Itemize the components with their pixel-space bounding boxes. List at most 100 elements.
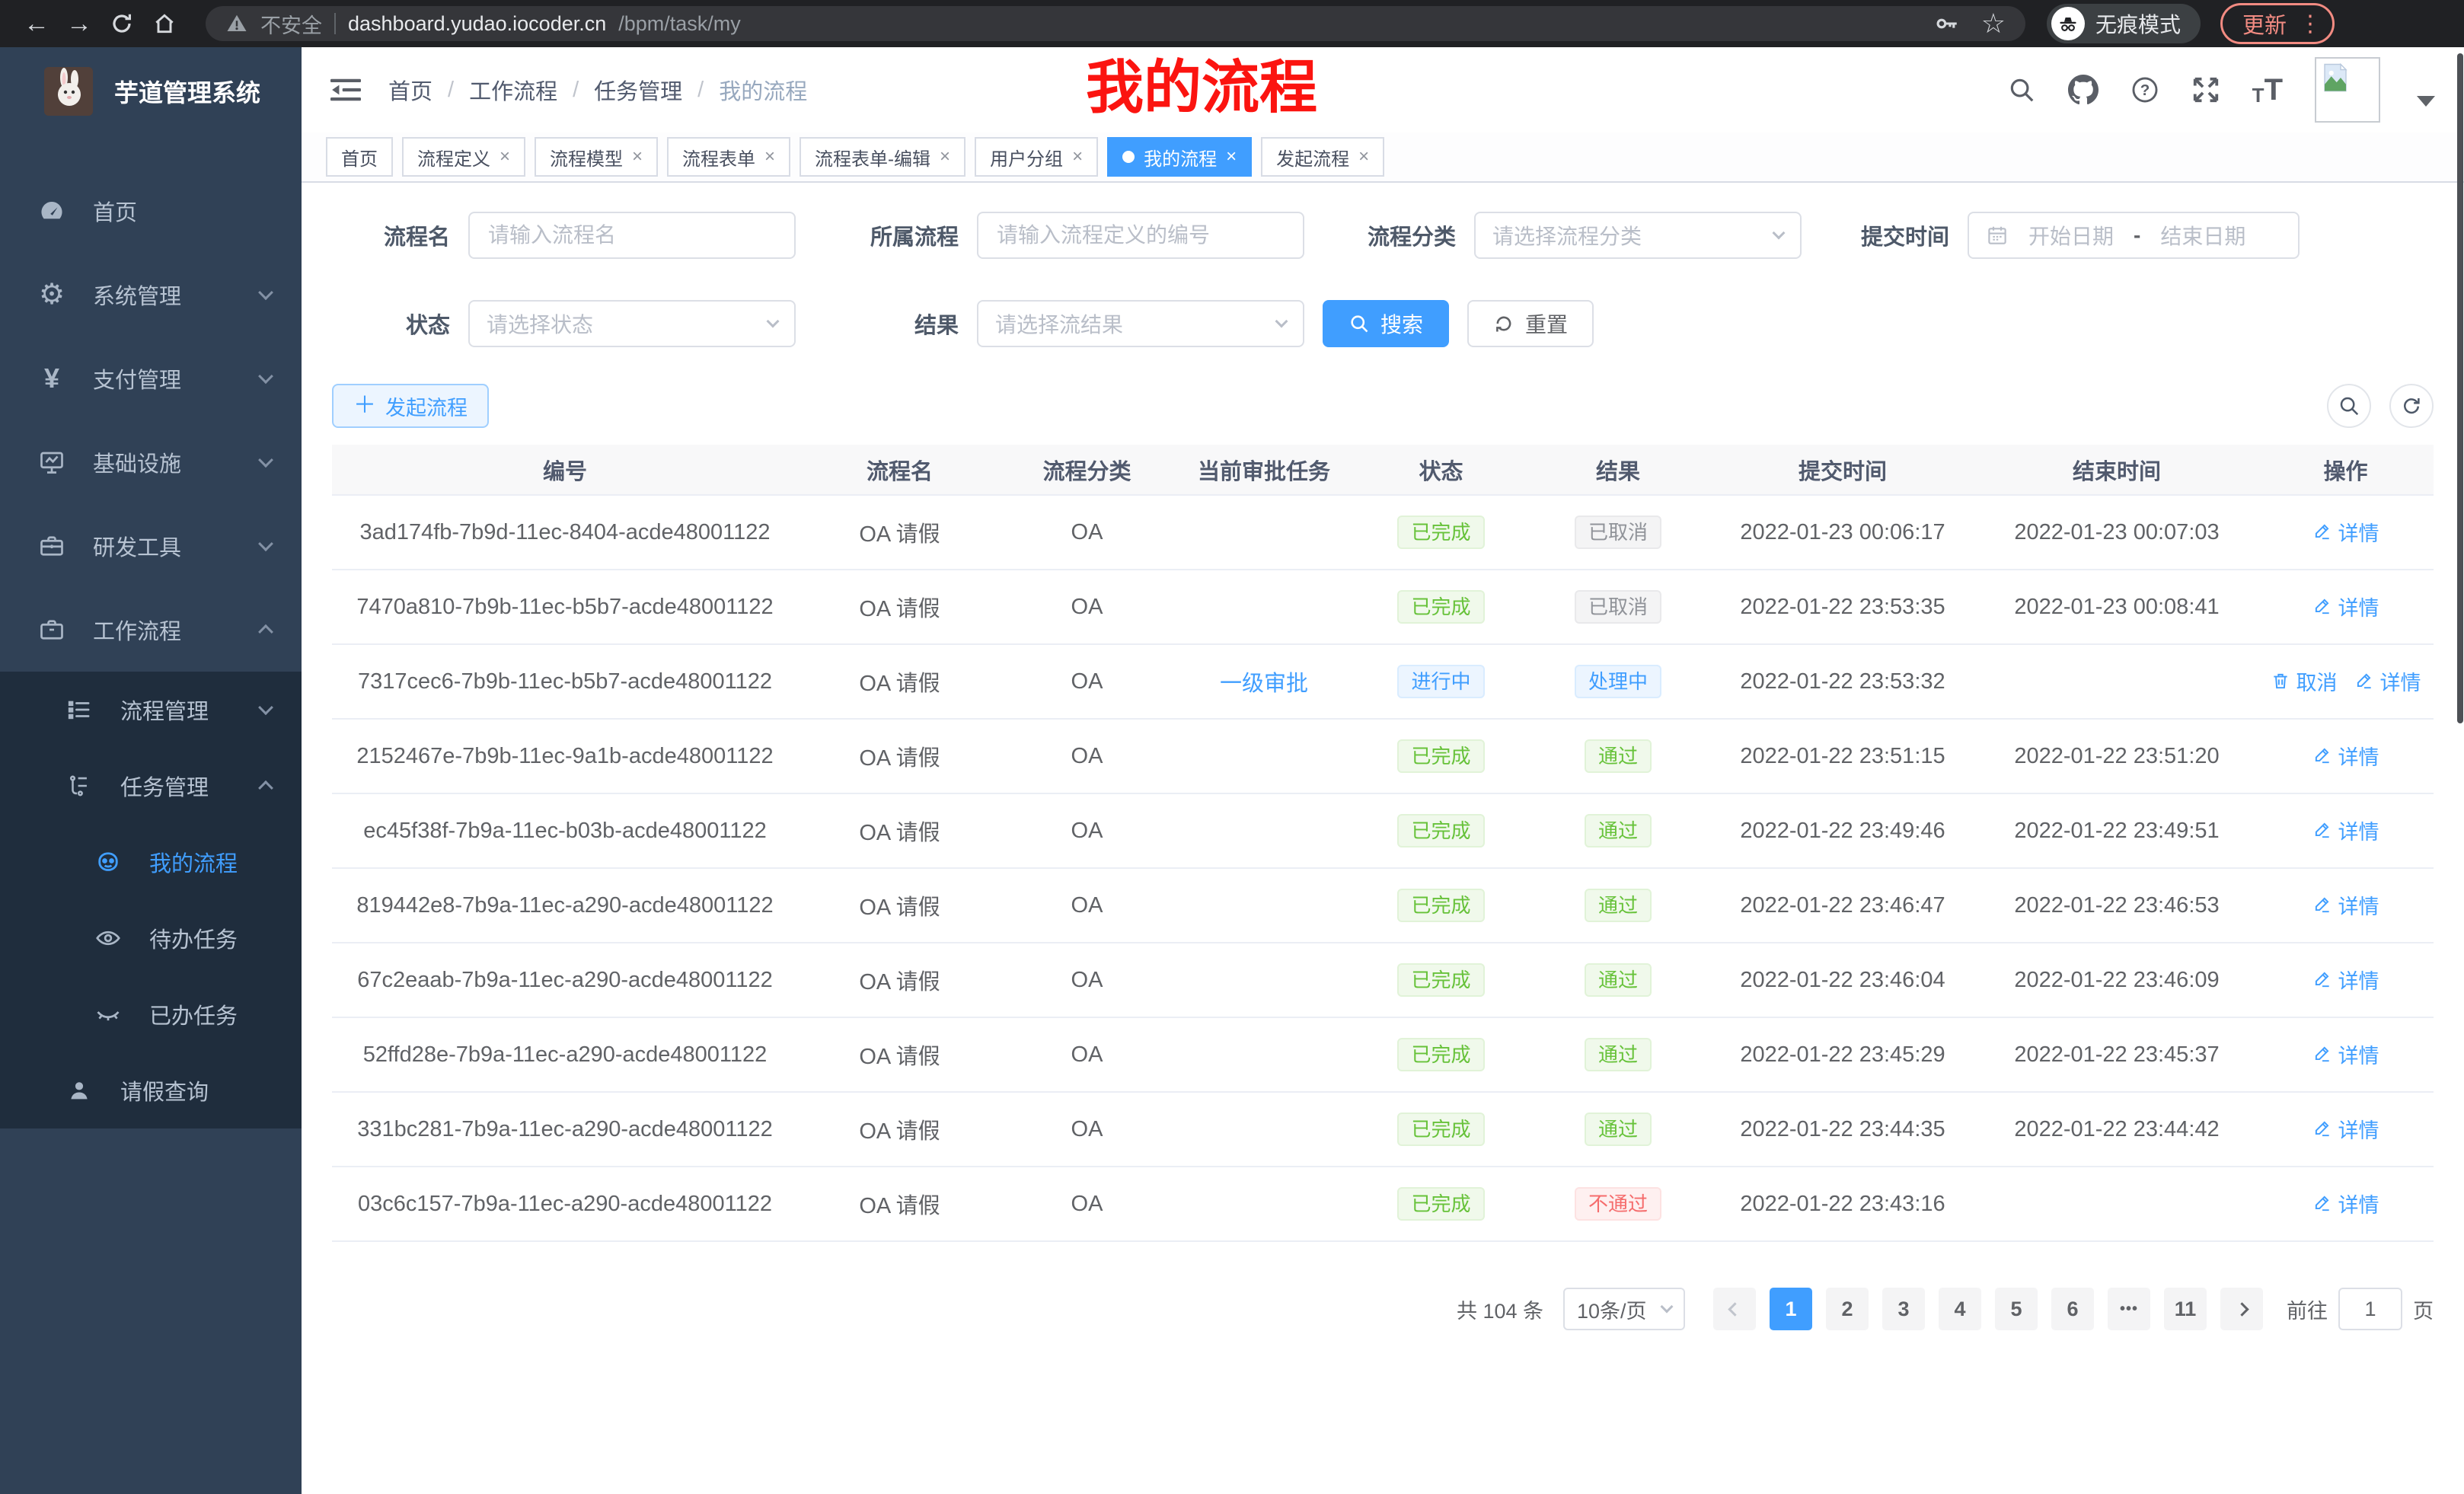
tab-label: 发起流程 [1276,144,1349,171]
cell-name: OA 请假 [798,1017,1001,1092]
plus-icon: ＋ [353,394,376,417]
sidebar-item-todo-tasks[interactable]: 待办任务 [0,900,302,976]
detail-link[interactable]: 详情 [2312,517,2379,547]
detail-link[interactable]: 详情 [2312,592,2379,621]
sidebar-item-payment[interactable]: ¥ 支付管理 [0,337,302,420]
bookmark-star-icon[interactable]: ☆ [1981,10,2006,37]
breadcrumb-item[interactable]: 首页 [388,74,432,106]
sidebar-item-system[interactable]: ⚙ 系统管理 [0,253,302,337]
prev-page-button[interactable] [1713,1288,1756,1330]
detail-link[interactable]: 详情 [2312,965,2379,994]
avatar[interactable] [2315,57,2380,123]
cell-category: OA [1001,1167,1173,1241]
address-bar[interactable]: 不安全 dashboard.yudao.iocoder.cn /bpm/task… [206,6,2025,41]
sidebar-item-my-process[interactable]: 我的流程 [0,824,302,900]
result-select[interactable]: 请选择流结果 [977,300,1304,347]
cancel-link[interactable]: 取消 [2271,666,2338,696]
page-size-select[interactable]: 10条/页 [1563,1288,1685,1330]
page-button-3[interactable]: 3 [1882,1288,1925,1330]
chevron-down-icon [767,315,780,328]
browser-update-button[interactable]: 更新 ⋮ [2220,3,2335,44]
sidebar-item-task-management[interactable]: 任务管理 [0,748,302,824]
refresh-table-button[interactable] [2389,384,2434,428]
sidebar-item-process-management[interactable]: 流程管理 [0,672,302,748]
status-select[interactable]: 请选择状态 [468,300,796,347]
page-button-11[interactable]: 11 [2164,1288,2207,1330]
page-button-4[interactable]: 4 [1939,1288,1981,1330]
detail-link[interactable]: 详情 [2312,1039,2379,1069]
sidebar-item-leave-query[interactable]: 请假查询 [0,1052,302,1128]
sidebar-item-done-tasks[interactable]: 已办任务 [0,976,302,1052]
detail-link[interactable]: 详情 [2312,890,2379,920]
breadcrumb-item[interactable]: 工作流程 [469,74,557,106]
process-name-input[interactable] [468,212,796,259]
tab-start-process[interactable]: 发起流程 × [1261,137,1384,177]
total-count: 共 104 条 [1457,1294,1543,1324]
tab-user-group[interactable]: 用户分组 × [975,137,1098,177]
chevron-down-icon [258,536,273,551]
tab-process-definition[interactable]: 流程定义 × [402,137,525,177]
detail-link[interactable]: 详情 [2312,1189,2379,1218]
detail-link[interactable]: 详情 [2312,741,2379,771]
reset-button[interactable]: 重置 [1467,300,1594,347]
process-definition-input[interactable] [977,212,1304,259]
close-icon[interactable]: × [500,148,510,166]
close-icon[interactable]: × [764,148,775,166]
cell-submit-time: 2022-01-22 23:49:46 [1709,793,1976,868]
toggle-search-button[interactable] [2327,384,2371,428]
search-icon [2338,394,2360,417]
cell-task [1173,1167,1355,1241]
close-icon[interactable]: × [1358,148,1369,166]
tab-process-form[interactable]: 流程表单 × [667,137,790,177]
sidebar-item-devtools[interactable]: 研发工具 [0,504,302,588]
sidebar-item-infra[interactable]: 基础设施 [0,420,302,504]
edit-icon [2312,820,2332,840]
detail-link[interactable]: 详情 [2312,1114,2379,1144]
browser-reload-icon[interactable] [101,5,143,42]
browser-back-icon[interactable]: ← [15,5,58,42]
sidebar-item-workflow[interactable]: 工作流程 [0,588,302,672]
goto-page-input[interactable] [2338,1288,2402,1330]
close-icon[interactable]: × [1072,148,1083,166]
browser-forward-icon[interactable]: → [58,5,101,42]
sidebar-item-label: 支付管理 [93,362,181,394]
tab-process-form-edit[interactable]: 流程表单-编辑 × [800,137,965,177]
sidebar-item-home[interactable]: 首页 [0,169,302,253]
avatar-caret-icon[interactable] [2417,96,2435,107]
start-process-button[interactable]: ＋ 发起流程 [332,384,489,428]
sidebar-fold-icon[interactable] [330,76,361,104]
github-icon[interactable] [2068,75,2099,105]
more-pages-icon[interactable]: ••• [2108,1288,2150,1330]
breadcrumb-separator: / [573,78,579,103]
page-button-6[interactable]: 6 [2051,1288,2094,1330]
help-icon[interactable]: ? [2130,75,2159,104]
search-icon[interactable] [2007,75,2036,104]
current-task-link[interactable]: 一级审批 [1220,672,1308,696]
page-button-2[interactable]: 2 [1826,1288,1869,1330]
tab-home[interactable]: 首页 [326,137,393,177]
detail-link[interactable]: 详情 [2312,816,2379,845]
page-button-1[interactable]: 1 [1770,1288,1812,1330]
tab-my-process[interactable]: 我的流程 × [1107,137,1252,177]
submit-time-range-picker[interactable]: 开始日期 - 结束日期 [1968,212,2300,259]
page-button-5[interactable]: 5 [1995,1288,2038,1330]
close-icon[interactable]: × [632,148,643,166]
edit-icon [2312,969,2332,989]
tab-process-model[interactable]: 流程模型 × [535,137,658,177]
fullscreen-icon[interactable] [2191,75,2220,104]
svg-text:?: ? [2140,81,2150,99]
cell-id: 67c2eaab-7b9a-11ec-a290-acde48001122 [332,943,798,1017]
breadcrumb-item[interactable]: 任务管理 [594,74,682,106]
browser-home-icon[interactable] [143,5,186,42]
close-icon[interactable]: × [1226,148,1237,166]
key-icon[interactable] [1934,11,1960,37]
font-size-icon[interactable]: TT [2252,75,2283,105]
browser-menu-icon[interactable]: ⋮ [2299,11,2322,37]
search-button[interactable]: 搜索 [1323,300,1449,347]
scrollbar-thumb[interactable] [2457,53,2463,723]
process-category-select[interactable]: 请选择流程分类 [1474,212,1802,259]
detail-link[interactable]: 详情 [2354,666,2421,696]
status-badge: 已完成 [1397,590,1484,624]
close-icon[interactable]: × [940,148,950,166]
next-page-button[interactable] [2220,1288,2263,1330]
